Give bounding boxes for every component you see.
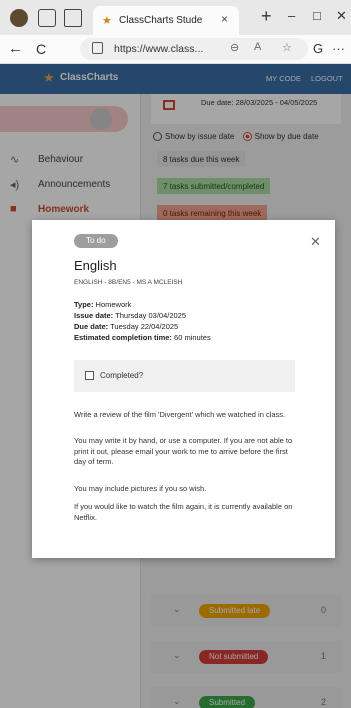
due-label: Due date: [74, 322, 109, 331]
completed-checkbox-row[interactable]: Completed? [74, 360, 295, 392]
due-value: Tuesday 22/04/2025 [110, 322, 179, 331]
new-tab-button[interactable]: + [261, 6, 272, 27]
window-close-button[interactable]: ✕ [336, 8, 347, 24]
issue-label: Issue date: [74, 311, 114, 320]
workspaces-icon[interactable] [38, 9, 56, 27]
est-value: 60 minutes [174, 333, 211, 342]
class-teacher-line: ENGLISH - 8B/EN5 - MS A MCLEISH [74, 279, 183, 286]
estimated-time-row: Estimated completion time: 60 minutes [74, 333, 211, 342]
description-paragraph: If you would like to watch the film agai… [74, 502, 293, 522]
lock-icon [92, 42, 103, 54]
url-text: https://www.class... [114, 43, 204, 55]
description-paragraph: Write a review of the film 'Divergent' w… [74, 410, 286, 419]
zoom-icon[interactable]: ⊖ [230, 41, 239, 54]
completed-checkbox[interactable] [85, 371, 94, 380]
description-paragraph: You may write it by hand, or use a compu… [74, 436, 293, 466]
url-field[interactable]: https://www.class... ⊖ A ☆ [80, 38, 308, 60]
profile-avatar-icon[interactable] [10, 9, 28, 27]
subject-title: English [74, 258, 117, 273]
tab-actions-icon[interactable] [64, 9, 82, 27]
classcharts-favicon-icon: ★ [102, 15, 112, 27]
type-label: Type: [74, 300, 94, 309]
read-aloud-icon[interactable]: A [254, 41, 261, 53]
back-button[interactable]: ← [8, 40, 23, 57]
more-menu-button[interactable]: ··· [332, 41, 345, 56]
close-icon[interactable]: ✕ [310, 234, 321, 250]
completed-label: Completed? [100, 371, 144, 380]
type-value: Homework [95, 300, 132, 309]
due-date-row: Due date: Tuesday 22/04/2025 [74, 322, 178, 331]
browser-tab[interactable]: ★ ClassCharts Stude × [93, 6, 239, 35]
type-row: Type: Homework [74, 300, 131, 309]
est-label: Estimated completion time: [74, 333, 172, 342]
reload-button[interactable]: C [36, 41, 46, 57]
address-bar: ← C https://www.class... ⊖ A ☆ G ··· [0, 35, 351, 64]
tab-close-icon[interactable]: × [221, 12, 228, 26]
issue-date-row: Issue date: Thursday 03/04/2025 [74, 311, 186, 320]
browser-tab-bar: ★ ClassCharts Stude × + – □ ✕ [0, 0, 351, 35]
issue-value: Thursday 03/04/2025 [115, 311, 187, 320]
description-paragraph: You may include pictures if you so wish. [74, 484, 207, 493]
tab-title: ClassCharts Stude [119, 15, 203, 26]
minimize-button[interactable]: – [288, 8, 295, 23]
maximize-button[interactable]: □ [313, 8, 321, 23]
favorite-star-icon[interactable]: ☆ [282, 41, 292, 54]
homework-detail-modal: To do ✕ English ENGLISH - 8B/EN5 - MS A … [32, 220, 335, 558]
copilot-icon[interactable]: G [313, 41, 323, 56]
status-badge: To do [74, 234, 118, 248]
